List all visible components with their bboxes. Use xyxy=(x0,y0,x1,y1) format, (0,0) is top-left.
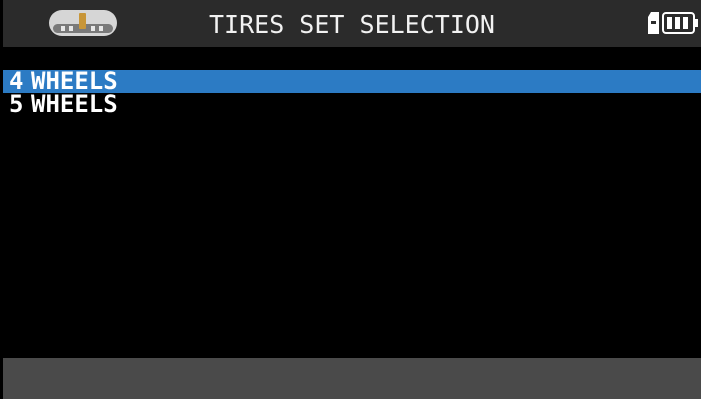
screen-title: TIRES SET SELECTION xyxy=(209,10,495,39)
title-bar: TIRES SET SELECTION xyxy=(3,0,701,47)
device-screen: TIRES SET SELECTION 4 WHEELS 5 WHEELS xyxy=(0,0,701,399)
battery-icon xyxy=(662,12,698,34)
menu-item-number: 5 xyxy=(9,90,24,118)
footer-bar xyxy=(3,358,701,399)
sd-card-icon xyxy=(648,12,659,34)
menu-item-5-wheels[interactable]: 5 WHEELS xyxy=(3,90,701,118)
wheel-count-menu: 4 WHEELS 5 WHEELS xyxy=(3,69,701,118)
menu-item-label: WHEELS xyxy=(31,90,118,118)
